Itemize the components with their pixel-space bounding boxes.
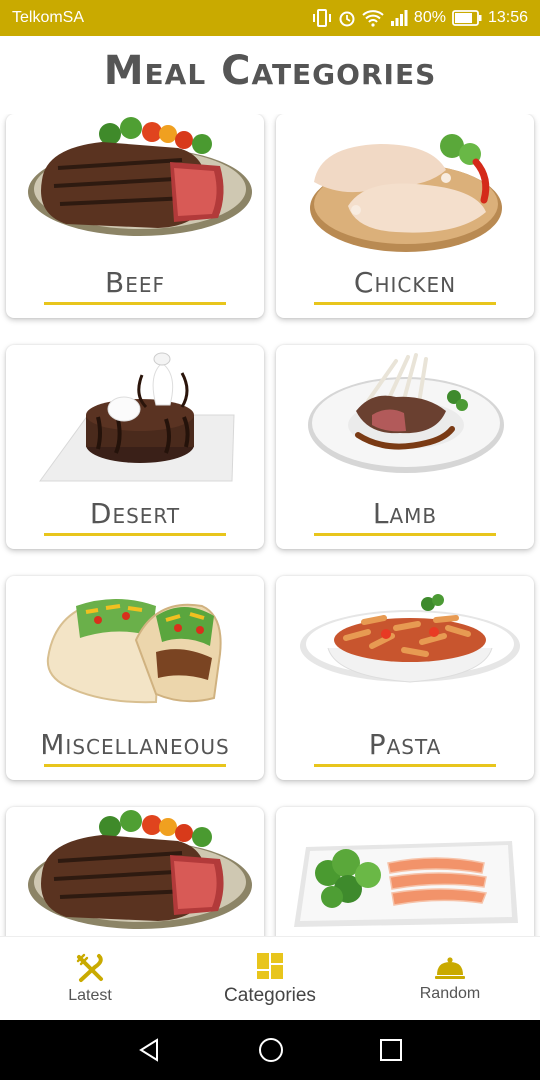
back-icon[interactable] — [137, 1037, 163, 1063]
bottom-navigation: Latest Categories Random — [0, 936, 540, 1020]
carrier-name: TelkomSA — [12, 9, 85, 26]
nav-label: Latest — [68, 987, 112, 1004]
nav-label: Categories — [224, 985, 316, 1006]
utensils-icon — [76, 953, 103, 982]
raw-chicken-board-image — [310, 134, 502, 252]
category-label: Miscellaneous — [40, 728, 230, 761]
nav-categories[interactable]: Categories — [180, 937, 360, 1021]
page-title: Meal Categories — [103, 48, 437, 94]
label-underline — [44, 302, 226, 305]
recents-icon[interactable] — [379, 1038, 403, 1062]
label-underline — [314, 533, 496, 536]
chocolate-cake-image — [39, 352, 235, 482]
category-grid[interactable]: Beef Chicken Desert Lamb Miscellaneous P… — [0, 114, 540, 936]
category-card-seafood[interactable] — [276, 807, 534, 936]
category-card-chicken[interactable]: Chicken — [276, 114, 534, 318]
salmon-salad-plate-image — [294, 841, 518, 927]
label-underline — [44, 533, 226, 536]
category-label: Pasta — [368, 728, 442, 761]
vibrate-icon — [312, 9, 331, 27]
tacos-image — [46, 598, 222, 704]
label-underline — [44, 764, 226, 767]
category-label: Chicken — [353, 266, 457, 299]
wifi-icon — [362, 10, 384, 27]
steak-plate-image — [28, 117, 252, 236]
category-card-pasta[interactable]: Pasta — [276, 576, 534, 780]
lamb-rack-plate-image — [308, 353, 504, 473]
clock: 13:56 — [487, 9, 528, 26]
signal-icon — [390, 10, 408, 26]
home-icon[interactable] — [257, 1036, 285, 1064]
category-label: Lamb — [372, 497, 438, 530]
penne-bowl-image — [300, 594, 520, 683]
status-bar: TelkomSA 80% 13:56 — [0, 0, 540, 36]
category-card-miscellaneous[interactable]: Miscellaneous — [6, 576, 264, 780]
nav-latest[interactable]: Latest — [0, 937, 180, 1021]
category-card-steak[interactable] — [6, 807, 264, 936]
nav-label: Random — [419, 985, 481, 1002]
system-navigation-bar — [0, 1020, 540, 1080]
grid-icon — [257, 953, 283, 979]
category-card-desert[interactable]: Desert — [6, 345, 264, 549]
category-label: Desert — [89, 497, 181, 530]
label-underline — [314, 302, 496, 305]
cloche-icon — [435, 957, 465, 979]
category-card-beef[interactable]: Beef — [6, 114, 264, 318]
nav-random[interactable]: Random — [360, 937, 540, 1021]
battery-percent: 80% — [413, 9, 446, 26]
alarm-icon — [339, 11, 355, 27]
status-icons: 80% 13:56 — [312, 9, 528, 27]
steak-plate-image — [28, 810, 252, 929]
label-underline — [314, 764, 496, 767]
battery-icon — [452, 10, 482, 26]
category-label: Beef — [105, 266, 165, 299]
category-card-lamb[interactable]: Lamb — [276, 345, 534, 549]
